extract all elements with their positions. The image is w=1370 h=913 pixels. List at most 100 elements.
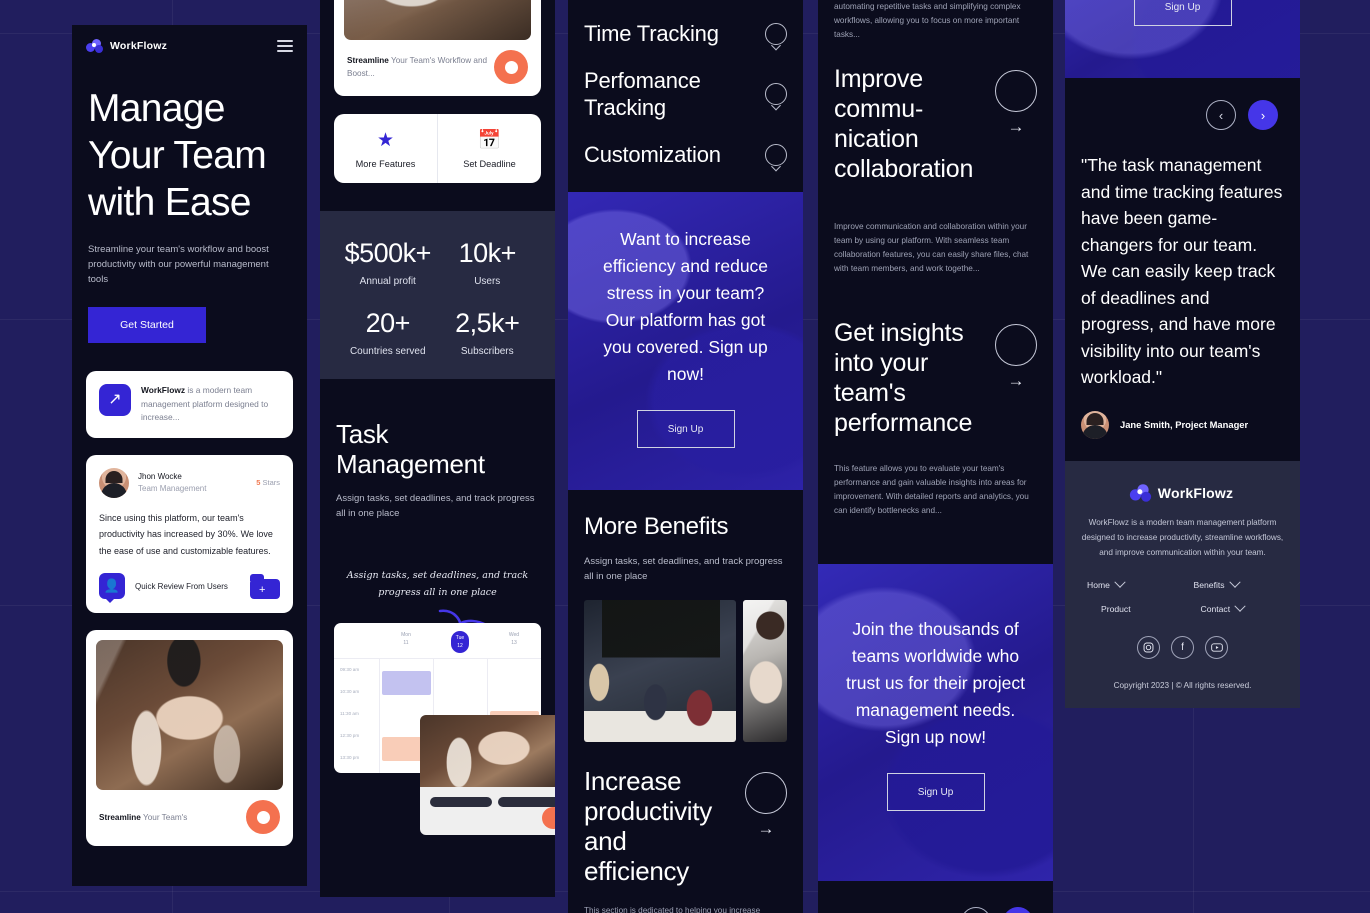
photo-card-2: Streamline Your Team's Workflow and Boos… — [334, 0, 541, 96]
calendar-day[interactable]: Wed 13 — [487, 623, 541, 658]
stats-row: $500k+ Annual profit 10k+ Users — [338, 237, 537, 287]
chevron-down-icon[interactable] — [765, 143, 787, 166]
calendar-day-pill: Tue 12 — [450, 631, 470, 653]
phone-frame-2: Streamline Your Team's Workflow and Boos… — [320, 0, 555, 913]
stat-item: 10k+ Users — [438, 237, 538, 287]
chevron-down-icon[interactable] — [1234, 600, 1246, 612]
testimonial-header: Jhon Wocke Team Management 5 Stars — [99, 467, 280, 498]
feature-info-card[interactable]: ↗ WorkFlowz is a modern team management … — [86, 371, 293, 438]
feature-head[interactable]: Improve commu-nication collaboration — [834, 64, 1037, 184]
chevron-down-icon[interactable] — [765, 83, 787, 105]
task-management-section: Task Management Assign tasks, set deadli… — [320, 393, 555, 567]
screen-features: Streamline Your Team's Workflow and Boos… — [320, 0, 555, 897]
benefits-photo-highfive — [743, 600, 787, 742]
intro-paragraph: automating repetitive tasks and simplify… — [834, 2, 1021, 39]
increase-productivity-block[interactable]: Increase productivity and efficiency — [584, 766, 787, 886]
set-deadline-button[interactable]: 📅 Set Deadline — [437, 114, 541, 183]
stat-label: Annual profit — [359, 276, 416, 287]
sign-up-button[interactable]: Sign Up — [1133, 0, 1232, 26]
mockup-dot-icon — [542, 807, 555, 829]
quick-review-label: Quick Review From Users — [135, 581, 228, 591]
stats-row: 20+ Countries served 2,5k+ Subscribers — [338, 307, 537, 357]
chevron-down-icon[interactable] — [1228, 576, 1241, 588]
footer-link-label: Benefits — [1193, 579, 1225, 590]
folder-add-icon[interactable]: + — [250, 573, 280, 599]
testimonial-footer: 👤 Quick Review From Users + — [99, 573, 280, 603]
carousel-nav-wrap: ‹ › — [818, 881, 1053, 913]
footer-brand-name: WorkFlowz — [1157, 484, 1234, 501]
brand-logo[interactable]: WorkFlowz — [86, 39, 167, 53]
accordion-item-time-tracking[interactable]: Time Tracking — [584, 10, 787, 57]
calendar-time: 11:30 am — [340, 711, 359, 716]
join-teams-cta: Join the thousands of teams worldwide wh… — [818, 564, 1053, 881]
screenshot-canvas: WorkFlowz Manage Your Team with Ease Str… — [0, 0, 1370, 913]
sign-up-button[interactable]: Sign Up — [636, 410, 735, 448]
chevron-down-icon[interactable] — [1114, 576, 1126, 588]
carousel-next-button[interactable]: › — [1003, 907, 1033, 913]
cta-text: Want to increase efficiency and reduce s… — [602, 229, 769, 384]
youtube-icon[interactable] — [1205, 635, 1228, 659]
arrow-right-circle-icon[interactable] — [995, 324, 1037, 366]
accordion-item-performance-tracking[interactable]: Perfomance Tracking — [584, 57, 787, 131]
testimonial-next-button[interactable]: › — [1248, 100, 1278, 130]
site-footer: WorkFlowz WorkFlowz is a modern team man… — [1065, 460, 1300, 708]
calendar-day-active[interactable]: Tue 12 — [433, 623, 487, 658]
screen-testimonial-footer: Sign Up ‹ › "The task management and tim… — [1065, 0, 1300, 708]
facebook-icon[interactable]: f — [1171, 635, 1194, 659]
get-started-button[interactable]: Get Started — [88, 307, 206, 343]
stat-item: 2,5k+ Subscribers — [438, 307, 538, 357]
stat-item: $500k+ Annual profit — [338, 237, 438, 287]
testimonial-prev-button[interactable]: ‹ — [1206, 100, 1236, 130]
footer-brand[interactable]: WorkFlowz — [1081, 483, 1284, 502]
phone-frame-4: automating repetitive tasks and simplify… — [818, 0, 1053, 913]
stat-item: 20+ Countries served — [338, 307, 438, 357]
photo-caption-rest: Your Team's — [140, 812, 188, 822]
calendar-time: 09:30 am — [340, 667, 360, 672]
social-links: f — [1081, 635, 1284, 659]
feature-desc: This feature allows you to evaluate your… — [834, 464, 1029, 515]
feature-head[interactable]: Get insights into your team's performanc… — [834, 318, 1037, 438]
footer-links: Home Benefits Product Contact — [1081, 576, 1284, 614]
more-features-button[interactable]: ★ More Features — [334, 114, 437, 183]
footer-link-label: Contact — [1200, 603, 1231, 614]
footer-link-benefits[interactable]: Benefits — [1172, 576, 1279, 590]
phone-frame-5: Sign Up ‹ › "The task management and tim… — [1065, 0, 1300, 913]
arrow-right-circle-icon[interactable] — [745, 772, 787, 814]
chevron-down-icon[interactable] — [765, 22, 787, 45]
photo-caption-row-2: Streamline Your Team's Workflow and Boos… — [344, 40, 531, 96]
testimonial-body: Since using this platform, our team's pr… — [99, 512, 273, 556]
calendar-day-num: 11 — [403, 640, 409, 646]
screen-benefits: Time Tracking Perfomance Tracking Custom… — [568, 0, 803, 913]
workflowz-logo-icon — [86, 39, 103, 53]
more-benefits-title: More Benefits — [584, 513, 729, 540]
feature-title: Improve commu-nication collaboration — [834, 65, 974, 183]
footer-link-home[interactable]: Home — [1087, 576, 1172, 590]
calendar-clock-icon: 📅 — [477, 130, 502, 151]
testimonial-nav: ‹ › — [1065, 78, 1300, 152]
calendar-day-name: Wed — [508, 632, 520, 638]
footer-link-product[interactable]: Product — [1087, 604, 1179, 614]
calendar-event[interactable] — [382, 671, 431, 695]
instagram-icon[interactable] — [1137, 635, 1160, 659]
calendar-day[interactable]: Mon 11 — [379, 623, 433, 658]
mockup-bars — [420, 787, 555, 817]
carousel-prev-button[interactable]: ‹ — [961, 907, 991, 913]
more-benefits-desc: Assign tasks, set deadlines, and track p… — [584, 556, 783, 582]
testimonial-author-row: Jane Smith, Project Manager — [1081, 410, 1284, 439]
task-management-desc: Assign tasks, set deadlines, and track p… — [336, 493, 535, 519]
hamburger-menu-icon[interactable] — [277, 40, 293, 52]
arrow-right-circle-icon[interactable] — [995, 70, 1037, 112]
calendar-time: 12:30 pm — [340, 733, 360, 738]
testimonial-name: Jhon Wocke — [138, 471, 182, 481]
accordion-item-customization[interactable]: Customization — [584, 131, 787, 178]
sign-up-button[interactable]: Sign Up — [886, 773, 985, 811]
feature-info-text: WorkFlowz is a modern team management pl… — [141, 384, 280, 425]
workflowz-logo-icon — [1129, 483, 1151, 502]
donut-icon — [246, 800, 280, 834]
footer-link-contact[interactable]: Contact — [1179, 600, 1279, 614]
calendar-day-name: Mon — [401, 632, 411, 638]
accordion-list: Time Tracking Perfomance Tracking Custom… — [568, 0, 803, 192]
footer-link-row: Product Contact — [1081, 600, 1284, 614]
more-benefits-section: More Benefits Assign tasks, set deadline… — [568, 490, 803, 913]
handwritten-caption: Assign tasks, set deadlines, and track p… — [346, 570, 529, 598]
